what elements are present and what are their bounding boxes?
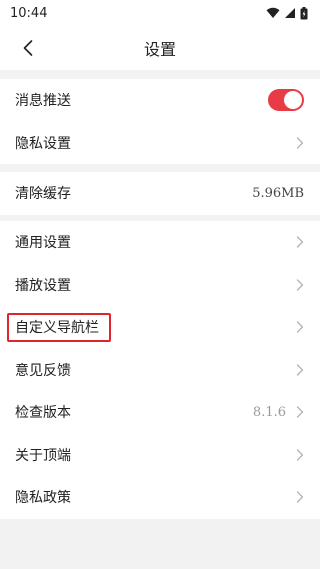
- settings-row-general[interactable]: 通用设置: [0, 221, 320, 264]
- chevron-right-icon: [296, 406, 304, 418]
- signal-icon: [285, 8, 295, 18]
- version-value: 8.1.6: [252, 404, 286, 420]
- chevron-right-icon: [296, 321, 304, 333]
- about-label: 关于顶端: [15, 447, 71, 464]
- toggle-knob: [284, 91, 302, 110]
- settings-section-notifications: 消息推送 隐私设置: [0, 79, 320, 164]
- settings-section-general: 通用设置 播放设置 自定义导航栏 意见反馈 检查版本 8.1.6 关于顶端 隐私…: [0, 221, 320, 519]
- settings-row-custom-nav[interactable]: 自定义导航栏: [0, 306, 320, 349]
- check-version-label: 检查版本: [15, 405, 71, 422]
- cache-size-value: 5.96MB: [252, 185, 304, 201]
- push-label: 消息推送: [15, 93, 71, 110]
- settings-section-cache: 清除缓存 5.96MB: [0, 172, 320, 215]
- custom-nav-label: 自定义导航栏: [15, 320, 99, 337]
- privacy-settings-label: 隐私设置: [15, 135, 71, 152]
- feedback-label: 意见反馈: [15, 362, 71, 379]
- version-right: 8.1.6: [253, 405, 304, 420]
- settings-row-privacy-policy[interactable]: 隐私政策: [0, 476, 320, 519]
- settings-row-feedback[interactable]: 意见反馈: [0, 349, 320, 392]
- status-icons: [266, 6, 308, 20]
- settings-row-about[interactable]: 关于顶端: [0, 434, 320, 477]
- settings-row-privacy-settings[interactable]: 隐私设置: [0, 122, 320, 165]
- chevron-right-icon: [296, 279, 304, 291]
- back-arrow-icon: [23, 40, 33, 56]
- settings-row-playback[interactable]: 播放设置: [0, 264, 320, 307]
- general-settings-label: 通用设置: [15, 235, 71, 252]
- privacy-policy-label: 隐私政策: [15, 490, 71, 507]
- settings-row-clear-cache[interactable]: 清除缓存 5.96MB: [0, 172, 320, 215]
- playback-settings-label: 播放设置: [15, 277, 71, 294]
- wifi-icon: [266, 7, 280, 18]
- status-bar: 10:44: [0, 0, 320, 26]
- status-time: 10:44: [10, 5, 48, 21]
- nav-bar: 设置: [0, 26, 320, 70]
- back-button[interactable]: [14, 34, 42, 62]
- settings-row-check-version[interactable]: 检查版本 8.1.6: [0, 391, 320, 434]
- battery-icon: [300, 6, 308, 19]
- chevron-right-icon: [296, 137, 304, 149]
- settings-row-push: 消息推送: [0, 79, 320, 122]
- chevron-right-icon: [296, 491, 304, 503]
- clear-cache-label: 清除缓存: [15, 186, 71, 203]
- page-title: 设置: [143, 40, 176, 59]
- chevron-right-icon: [296, 236, 304, 248]
- chevron-right-icon: [296, 364, 304, 376]
- chevron-right-icon: [296, 449, 304, 461]
- push-toggle[interactable]: [268, 89, 304, 112]
